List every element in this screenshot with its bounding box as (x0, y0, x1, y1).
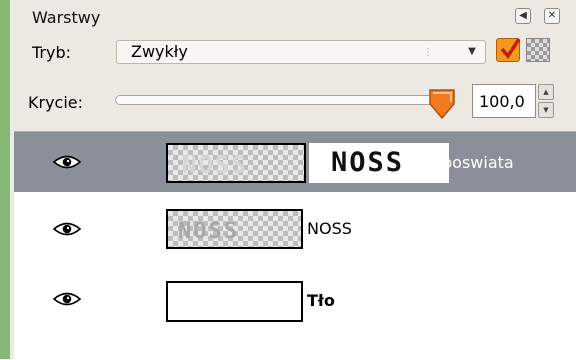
layer-thumbnail[interactable] (166, 281, 303, 322)
eye-icon[interactable] (52, 154, 82, 174)
layer-row[interactable]: NOSS NOSS (14, 200, 576, 260)
layer-name[interactable]: NOSS (307, 219, 352, 238)
mode-label: Tryb: (32, 43, 72, 62)
keep-transparency-checkbox[interactable] (496, 38, 521, 62)
panel-title: Warstwy (32, 8, 101, 27)
collapse-icon[interactable]: ◀ (515, 8, 531, 24)
opacity-input[interactable]: 100,0 (472, 84, 536, 118)
close-icon[interactable]: ✕ (544, 8, 560, 24)
layer-row[interactable]: Tło (14, 269, 576, 329)
opacity-spinner: ▲ ▼ (538, 84, 554, 118)
layer-preview: NOSS (309, 143, 449, 183)
opacity-slider[interactable] (115, 95, 445, 105)
layers-list: NOSS NOSS poswiata NOSS NOSS Tło (14, 131, 576, 360)
eye-icon[interactable] (52, 221, 82, 241)
layer-name[interactable]: Tło (307, 291, 335, 310)
chevron-down-icon: ▼ (468, 46, 476, 57)
spin-up-icon[interactable]: ▲ (538, 84, 554, 100)
combo-grip-icon: ⋮ (423, 47, 433, 58)
thumbnail-text: NOSS (178, 219, 239, 244)
transparency-icon[interactable] (526, 38, 550, 62)
layer-thumbnail[interactable]: NOSS (166, 143, 306, 183)
opacity-value: 100,0 (479, 92, 525, 111)
mode-select[interactable]: Zwykły ⋮ ▼ (116, 40, 486, 64)
left-border (0, 0, 10, 359)
thumbnail-glow-text: NOSS (182, 151, 248, 179)
mode-value: Zwykły (131, 42, 188, 61)
opacity-label: Krycie: (28, 93, 84, 112)
layer-thumbnail[interactable]: NOSS (166, 209, 303, 249)
checkmark-icon (500, 38, 521, 59)
slider-thumb[interactable] (428, 88, 456, 124)
eye-icon[interactable] (52, 291, 82, 311)
layer-row[interactable]: NOSS NOSS poswiata (14, 132, 576, 192)
layer-name[interactable]: poswiata (442, 153, 514, 172)
preview-text: NOSS (331, 147, 405, 178)
spin-down-icon[interactable]: ▼ (538, 102, 554, 118)
